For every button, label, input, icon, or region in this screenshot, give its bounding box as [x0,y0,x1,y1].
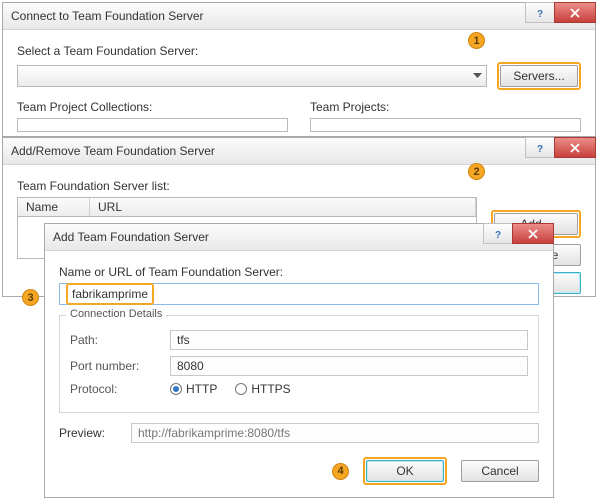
add-server-dialog: Add Team Foundation Server ? Name or URL… [44,223,554,498]
connection-details-group: Connection Details Path: tfs Port number… [59,315,539,413]
add-remove-titlebar: Add/Remove Team Foundation Server ? [3,138,595,165]
servers-callout: Servers... [497,62,581,90]
connect-dialog: Connect to Team Foundation Server ? Sele… [2,2,596,137]
select-server-label: Select a Team Foundation Server: [17,44,581,58]
path-input[interactable]: tfs [170,330,528,350]
team-projects-list[interactable] [310,118,581,132]
server-name-value: fabrikamprime [69,286,151,302]
add-remove-title: Add/Remove Team Foundation Server [11,144,525,158]
add-server-title: Add Team Foundation Server [53,230,483,244]
close-button[interactable] [554,2,596,23]
connect-title: Connect to Team Foundation Server [11,9,525,23]
protocol-label: Protocol: [70,382,170,396]
callout-2-badge: 2 [468,163,485,180]
ok-button[interactable]: OK [366,460,444,482]
team-project-collections-list[interactable] [17,118,288,132]
help-button[interactable]: ? [525,137,555,158]
server-list-header: Name URL [17,197,477,217]
callout-1-badge: 1 [468,32,485,49]
close-button[interactable] [554,137,596,158]
connection-details-legend: Connection Details [66,308,166,320]
connect-titlebar: Connect to Team Foundation Server ? [3,3,595,30]
preview-label: Preview: [59,426,121,440]
port-label: Port number: [70,359,170,373]
server-list-label: Team Foundation Server list: [17,179,477,193]
header-url[interactable]: URL [90,198,476,216]
server-name-input[interactable]: fabrikamprime [59,283,539,305]
header-name[interactable]: Name [18,198,90,216]
radio-dot-icon [170,383,182,395]
https-radio[interactable]: HTTPS [235,382,290,396]
callout-4-badge: 4 [332,463,349,480]
name-callout: fabrikamprime [66,283,154,305]
chevron-down-icon [473,73,482,79]
add-server-titlebar: Add Team Foundation Server ? [45,224,553,251]
preview-output: http://fabrikamprime:8080/tfs [131,423,539,443]
servers-button[interactable]: Servers... [500,65,578,87]
path-label: Path: [70,333,170,347]
help-button[interactable]: ? [483,223,513,244]
http-radio[interactable]: HTTP [170,382,217,396]
close-button[interactable] [512,223,554,244]
name-url-label: Name or URL of Team Foundation Server: [59,265,539,279]
team-projects-label: Team Projects: [310,100,581,114]
radio-dot-icon [235,383,247,395]
help-button[interactable]: ? [525,2,555,23]
svg-text:?: ? [495,230,501,240]
server-dropdown[interactable] [17,65,487,87]
callout-3-badge: 3 [22,289,39,306]
svg-text:?: ? [537,9,543,19]
port-input[interactable]: 8080 [170,356,528,376]
team-project-collections-label: Team Project Collections: [17,100,288,114]
svg-text:?: ? [537,144,543,154]
ok-callout: OK [363,457,447,485]
cancel-button[interactable]: Cancel [461,460,539,482]
